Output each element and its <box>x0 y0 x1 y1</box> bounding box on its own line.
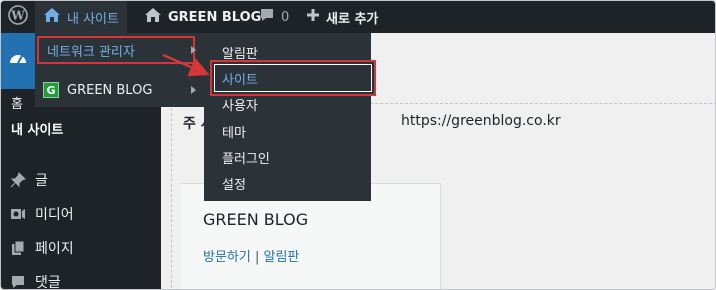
comments-count: 0 <box>281 9 290 25</box>
green-blog-menu-item[interactable]: G GREEN BLOG <box>43 77 152 103</box>
site-card-links: 방문하기 | 알림판 <box>203 246 299 265</box>
network-menu-item-plugins[interactable]: 플러그인 <box>222 148 270 167</box>
site-name-label: GREEN BLOG <box>168 9 262 25</box>
media-icon <box>1 206 35 222</box>
my-sites-label: 내 사이트 <box>67 11 119 27</box>
submenu-arrow-icon <box>191 86 196 94</box>
screenshot-frame: W 내 사이트 GREEN BLOG 0 새로 추가 홈 내 사이트 글 미디어… <box>0 0 716 290</box>
network-menu-item-themes[interactable]: 테마 <box>222 122 246 141</box>
sidebar-item-label: 글 <box>35 173 48 189</box>
my-sites-flyout: 네트워크 관리자 G GREEN BLOG <box>35 33 211 107</box>
site-name-button[interactable]: GREEN BLOG <box>138 1 267 33</box>
my-sites-menu-item[interactable]: 내 사이트 <box>11 119 63 138</box>
wordpress-logo-button[interactable]: W <box>1 1 35 33</box>
page-icon <box>1 240 35 256</box>
wordpress-icon: W <box>8 5 28 29</box>
new-content-label: 새로 추가 <box>326 11 379 27</box>
link-separator: | <box>250 250 264 265</box>
sidebar-item-label: 미디어 <box>35 207 74 223</box>
new-content-button[interactable]: 새로 추가 <box>300 1 384 33</box>
comment-icon <box>259 7 275 27</box>
visit-site-link[interactable]: 방문하기 <box>203 250 251 265</box>
comment-icon <box>1 274 35 289</box>
svg-text:W: W <box>10 9 25 23</box>
pushpin-icon <box>1 172 35 188</box>
network-menu-item-settings[interactable]: 설정 <box>222 174 246 193</box>
network-sites-label: 사이트 <box>222 72 258 88</box>
admin-bar: W 내 사이트 GREEN BLOG 0 새로 추가 <box>1 1 715 33</box>
network-admin-flyout: 알림판 사이트 사용자 테마 플러그인 설정 <box>204 33 376 201</box>
sidebar-item-media[interactable]: 미디어 <box>1 197 161 231</box>
sidebar-item-label: 페이지 <box>35 241 74 257</box>
dashboard-menu-item[interactable] <box>1 33 35 89</box>
home-icon <box>43 7 61 27</box>
green-blog-label: GREEN BLOG <box>67 82 153 98</box>
primary-site-url: https://greenblog.co.kr <box>401 113 561 129</box>
comments-button[interactable]: 0 <box>253 1 295 33</box>
sidebar-item-posts[interactable]: 글 <box>1 163 161 197</box>
network-menu-item-users[interactable]: 사용자 <box>222 95 258 114</box>
dashboard-link[interactable]: 알림판 <box>264 250 300 265</box>
network-menu-item-sites[interactable]: 사이트 <box>210 60 376 96</box>
submenu-arrow-icon <box>191 46 196 54</box>
my-sites-button[interactable]: 내 사이트 <box>35 1 127 33</box>
sidebar-item-pages[interactable]: 페이지 <box>1 231 161 265</box>
site-logo-icon: G <box>43 82 59 98</box>
site-card-title: GREEN BLOG <box>203 210 309 229</box>
home-menu-item[interactable]: 홈 <box>11 93 23 112</box>
dashboard-icon <box>8 49 28 73</box>
home-icon <box>144 7 162 27</box>
sidebar-item-label: 댓글 <box>35 275 61 290</box>
plus-icon <box>306 8 320 26</box>
network-admin-menu-item[interactable]: 네트워크 관리자 <box>37 36 195 64</box>
sidebar-item-comments[interactable]: 댓글 <box>1 265 161 290</box>
network-admin-label: 네트워크 관리자 <box>47 44 135 60</box>
